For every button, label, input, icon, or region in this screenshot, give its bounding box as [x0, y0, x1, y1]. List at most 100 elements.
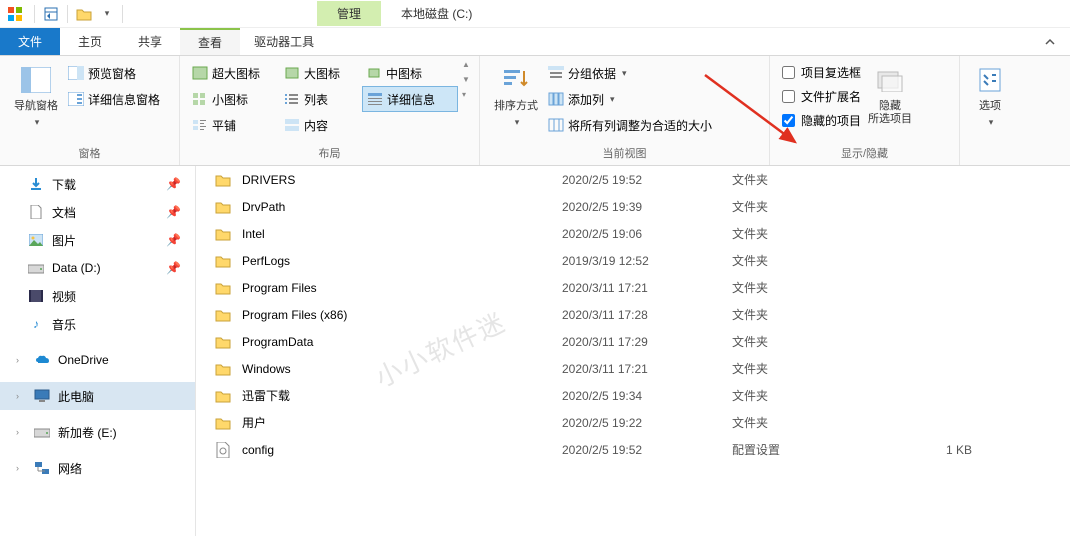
sort-button[interactable]: 排序方式 ▾: [488, 60, 544, 132]
add-columns-button[interactable]: 添加列▾: [544, 86, 716, 112]
cell-date: 2020/3/11 17:28: [562, 308, 732, 322]
cell-date: 2020/2/5 19:39: [562, 200, 732, 214]
tab-share[interactable]: 共享: [120, 28, 180, 55]
layout-content[interactable]: 内容: [280, 112, 362, 138]
table-row[interactable]: Program Files (x86)2020/3/11 17:28文件夹: [196, 301, 1070, 328]
group-show-hide: 项目复选框 文件扩展名 隐藏的项目 隐藏 所选项目 显示/隐藏: [770, 56, 960, 165]
table-row[interactable]: 用户2020/2/5 19:22文件夹: [196, 409, 1070, 436]
checkbox-file-ext[interactable]: 文件扩展名: [778, 84, 865, 108]
ribbon: 导航窗格 ▾ 预览窗格 详细信息窗格 窗格 超大图标 小图标 平铺: [0, 56, 1070, 166]
hide-selected-icon: [874, 64, 906, 96]
cell-name: Intel: [242, 227, 562, 241]
nav-data-d[interactable]: Data (D:)📌: [0, 254, 195, 282]
layout-xlarge[interactable]: 超大图标: [188, 60, 280, 86]
nav-pictures[interactable]: 图片📌: [0, 226, 195, 254]
table-row[interactable]: config2020/2/5 19:52配置设置1 KB: [196, 436, 1070, 463]
cell-date: 2020/2/5 19:52: [562, 173, 732, 187]
group-options: 选项 ▾: [960, 56, 1020, 165]
ribbon-collapse-button[interactable]: [1030, 28, 1070, 55]
preview-pane-button[interactable]: 预览窗格: [64, 60, 164, 86]
nav-documents[interactable]: 文档📌: [0, 198, 195, 226]
group-by-button[interactable]: 分组依据▾: [544, 60, 716, 86]
expand-icon[interactable]: ›: [16, 427, 26, 437]
cell-date: 2020/3/11 17:21: [562, 281, 732, 295]
cell-date: 2020/2/5 19:34: [562, 389, 732, 403]
layout-medium[interactable]: 中图标: [362, 60, 458, 86]
sort-icon: [500, 64, 532, 96]
nav-downloads[interactable]: 下载📌: [0, 170, 195, 198]
table-row[interactable]: ProgramData2020/3/11 17:29文件夹: [196, 328, 1070, 355]
content-area: 下载📌 文档📌 图片📌 Data (D:)📌 视频 ♪音乐 ›OneDrive …: [0, 166, 1070, 536]
options-button[interactable]: 选项 ▾: [968, 60, 1012, 132]
title-bar: ▾ 管理 本地磁盘 (C:): [0, 0, 1070, 28]
sort-label: 排序方式: [494, 100, 538, 113]
nav-music[interactable]: ♪音乐: [0, 310, 195, 338]
pin-icon: 📌: [166, 205, 181, 219]
layout-small[interactable]: 小图标: [188, 86, 280, 112]
group-current-view: 排序方式 ▾ 分组依据▾ 添加列▾ 将所有列调整为合适的大小 当前视图: [480, 56, 770, 165]
hide-selected-button[interactable]: 隐藏 所选项目: [865, 60, 915, 130]
nav-onedrive[interactable]: ›OneDrive: [0, 346, 195, 374]
checkbox-hidden-items[interactable]: 隐藏的项目: [778, 108, 865, 132]
nav-network[interactable]: ›网络: [0, 454, 195, 482]
cell-type: 文件夹: [732, 414, 892, 431]
tiles-icon: [192, 117, 208, 133]
group-panes-label: 窗格: [8, 143, 171, 163]
group-by-icon: [548, 65, 564, 81]
table-row[interactable]: Windows2020/3/11 17:21文件夹: [196, 355, 1070, 382]
group-layout-label: 布局: [188, 143, 471, 163]
tab-view[interactable]: 查看: [180, 28, 240, 55]
layout-scroll-down[interactable]: ▼: [462, 75, 470, 84]
table-row[interactable]: 迅雷下载2020/2/5 19:34文件夹: [196, 382, 1070, 409]
autosize-columns-button[interactable]: 将所有列调整为合适的大小: [544, 112, 716, 138]
nav-pane-label: 导航窗格: [14, 100, 58, 113]
cell-date: 2019/3/19 12:52: [562, 254, 732, 268]
onedrive-icon: [34, 352, 50, 368]
qat-folder-icon[interactable]: [74, 4, 94, 24]
checkbox-item-checkboxes[interactable]: 项目复选框: [778, 60, 865, 84]
layout-tiles[interactable]: 平铺: [188, 112, 280, 138]
expand-icon[interactable]: ›: [16, 391, 26, 401]
layout-large[interactable]: 大图标: [280, 60, 362, 86]
ribbon-tabs: 文件 主页 共享 查看 驱动器工具: [0, 28, 1070, 56]
picture-icon: [28, 232, 44, 248]
qat-dropdown-icon[interactable]: ▾: [96, 4, 116, 24]
table-row[interactable]: DrvPath2020/2/5 19:39文件夹: [196, 193, 1070, 220]
nav-this-pc[interactable]: ›此电脑: [0, 382, 195, 410]
cell-type: 文件夹: [732, 279, 892, 296]
nav-pane-button[interactable]: 导航窗格 ▾: [8, 60, 64, 132]
expand-icon[interactable]: ›: [16, 355, 26, 365]
qat-properties-icon[interactable]: [41, 4, 61, 24]
layout-details[interactable]: 详细信息: [362, 86, 458, 112]
preview-pane-label: 预览窗格: [88, 65, 136, 82]
chevron-down-icon: ▾: [989, 117, 994, 128]
navigation-pane[interactable]: 下载📌 文档📌 图片📌 Data (D:)📌 视频 ♪音乐 ›OneDrive …: [0, 166, 196, 536]
layout-list[interactable]: 列表: [280, 86, 362, 112]
network-icon: [34, 460, 50, 476]
layout-expand[interactable]: ▾: [462, 90, 470, 99]
nav-videos[interactable]: 视频: [0, 282, 195, 310]
cell-name: Windows: [242, 362, 562, 376]
table-row[interactable]: Program Files2020/3/11 17:21文件夹: [196, 274, 1070, 301]
layout-scroll-up[interactable]: ▲: [462, 60, 470, 69]
nav-new-volume-e[interactable]: ›新加卷 (E:): [0, 418, 195, 446]
cell-type: 文件夹: [732, 171, 892, 188]
details-pane-button[interactable]: 详细信息窗格: [64, 86, 164, 112]
cell-name: DRIVERS: [242, 173, 562, 187]
table-row[interactable]: DRIVERS2020/2/5 19:52文件夹: [196, 166, 1070, 193]
pin-icon: 📌: [166, 177, 181, 191]
folder-icon: [214, 225, 232, 243]
cell-type: 文件夹: [732, 225, 892, 242]
autosize-icon: [548, 117, 564, 133]
file-icon: [214, 441, 232, 459]
table-row[interactable]: Intel2020/2/5 19:06文件夹: [196, 220, 1070, 247]
expand-icon[interactable]: ›: [16, 463, 26, 473]
tab-drive-tools[interactable]: 驱动器工具: [240, 28, 328, 55]
file-list[interactable]: DRIVERS2020/2/5 19:52文件夹DrvPath2020/2/5 …: [196, 166, 1070, 536]
tab-file[interactable]: 文件: [0, 28, 60, 55]
tab-home[interactable]: 主页: [60, 28, 120, 55]
folder-icon: [214, 252, 232, 270]
content-icon: [284, 117, 300, 133]
chevron-down-icon: ▾: [515, 117, 520, 128]
table-row[interactable]: PerfLogs2019/3/19 12:52文件夹: [196, 247, 1070, 274]
